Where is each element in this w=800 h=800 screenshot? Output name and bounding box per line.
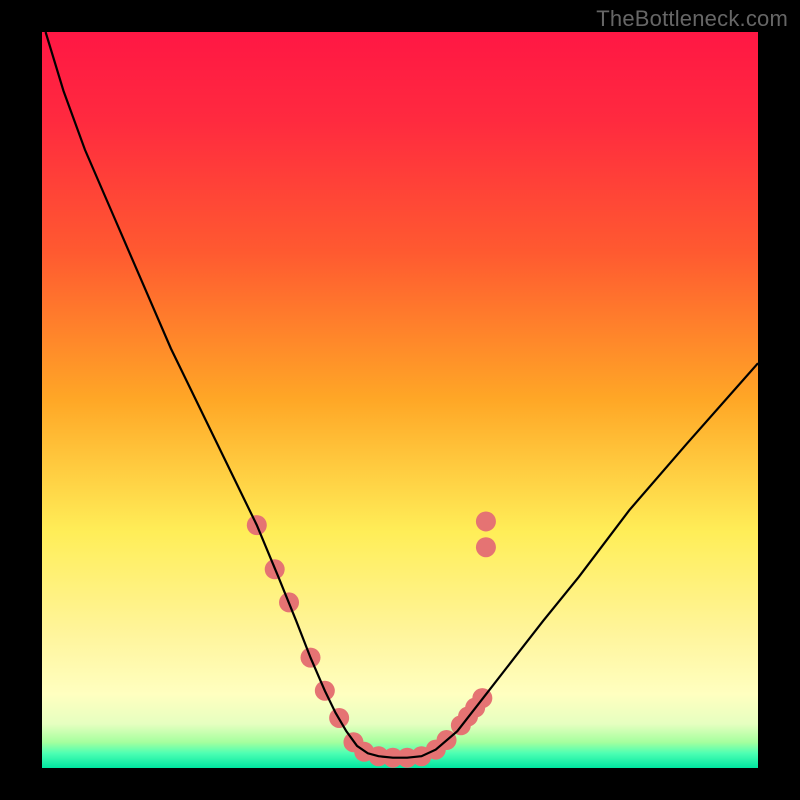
chart-svg — [0, 0, 800, 800]
curve-marker — [476, 511, 496, 531]
watermark-text: TheBottleneck.com — [596, 6, 788, 32]
plot-background — [42, 32, 758, 768]
curve-marker — [476, 537, 496, 557]
outer-frame: TheBottleneck.com — [0, 0, 800, 800]
